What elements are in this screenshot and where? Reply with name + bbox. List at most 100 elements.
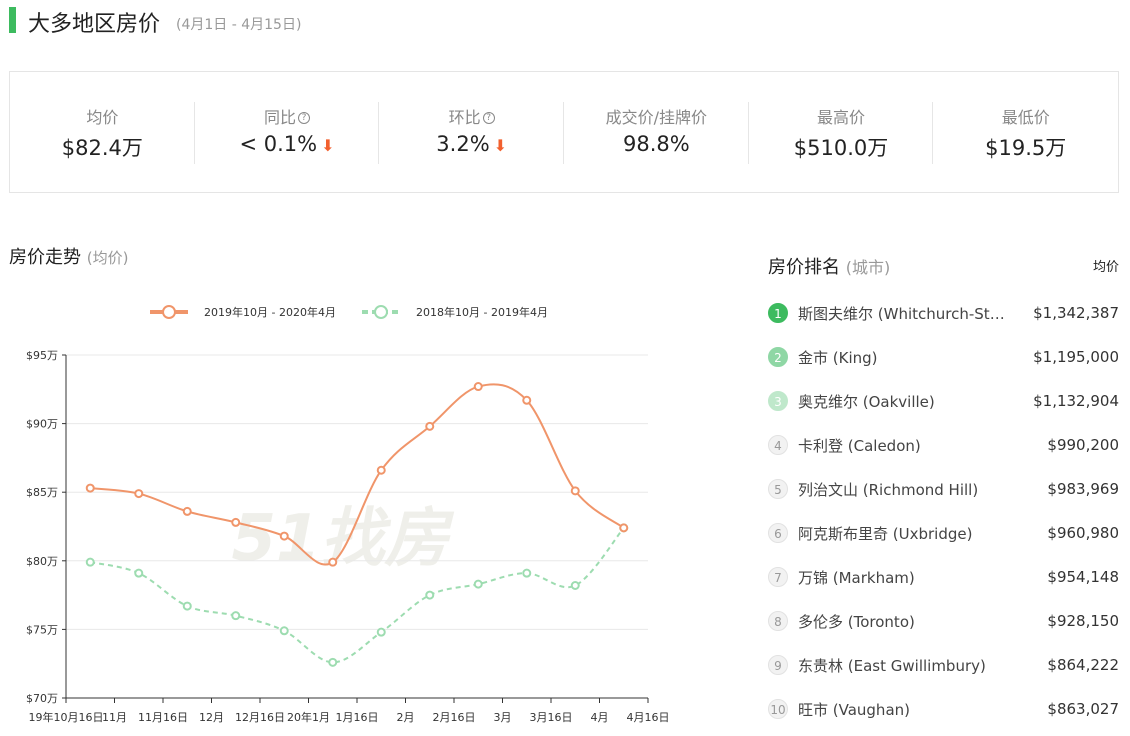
stat-item: 同比? < 0.1% ⬇ (195, 72, 380, 192)
data-point[interactable] (85, 557, 95, 567)
stat-label: 最高价 (749, 104, 934, 128)
data-point[interactable] (85, 483, 95, 493)
data-point[interactable] (134, 489, 144, 499)
city-price: $990,200 (1047, 436, 1119, 454)
stat-value-text: 3.2% (436, 132, 490, 156)
city-name[interactable]: 旺市 (Vaughan) (798, 699, 1023, 720)
data-point[interactable] (425, 590, 435, 600)
price-trend-chart[interactable]: 51找房 $70万 $75万 $80万 $85万 $90万 $95万 19年10月16日 11月… (0, 290, 680, 736)
stat-label: 环比? (379, 104, 564, 128)
ranking-row[interactable]: 8 多伦多 (Toronto) $928,150 (768, 599, 1119, 643)
data-point[interactable] (425, 421, 435, 431)
city-name[interactable]: 卡利登 (Caledon) (798, 435, 1023, 456)
chart-title: 房价走势 (均价) (9, 243, 128, 269)
ranking-title-text: 房价排名 (768, 257, 840, 278)
y-tick-label: $70万 (26, 692, 58, 705)
stat-item: 最低价 $19.5万 (933, 72, 1118, 192)
x-tick-label: 3月 (494, 711, 512, 724)
page-title: 大多地区房价 (28, 12, 161, 37)
rank-badge: 2 (768, 347, 788, 367)
watermark-text: 51找房 (231, 502, 454, 576)
stat-label-text: 环比 (448, 108, 481, 127)
stat-label: 均价 (10, 104, 195, 128)
stat-label: 最低价 (933, 104, 1118, 128)
stat-value: < 0.1% ⬇ (195, 132, 380, 156)
data-point[interactable] (376, 465, 386, 475)
city-name[interactable]: 列治文山 (Richmond Hill) (798, 479, 1023, 500)
x-tick-label: 3月16日 (530, 711, 573, 724)
data-point[interactable] (473, 579, 483, 589)
data-point[interactable] (279, 626, 289, 636)
stat-item: 成交价/挂牌价 98.8% (564, 72, 749, 192)
stat-label: 同比? (195, 104, 380, 128)
data-point[interactable] (619, 523, 629, 533)
data-point[interactable] (376, 627, 386, 637)
data-point[interactable] (570, 486, 580, 496)
x-tick-label: 12月16日 (235, 711, 285, 724)
x-tick-label: 1月16日 (336, 711, 379, 724)
data-point[interactable] (231, 611, 241, 621)
data-point[interactable] (328, 657, 338, 667)
chart-svg[interactable]: 51找房$70万$75万$80万$85万$90万$95万19年10月16日11月… (0, 290, 680, 736)
stat-value: 98.8% (564, 132, 749, 156)
ranking-column-header: 均价 (1092, 260, 1119, 275)
city-name[interactable]: 多伦多 (Toronto) (798, 611, 1023, 632)
city-name[interactable]: 金市 (King) (798, 347, 1009, 368)
ranking-row[interactable]: 6 阿克斯布里奇 (Uxbridge) $960,980 (768, 511, 1119, 555)
legend-marker[interactable] (162, 305, 176, 319)
city-name[interactable]: 奥克维尔 (Oakville) (798, 391, 1009, 412)
help-icon[interactable]: ? (298, 112, 311, 124)
city-name[interactable]: 阿克斯布里奇 (Uxbridge) (798, 523, 1023, 544)
stat-label-text: 成交价/挂牌价 (605, 108, 708, 127)
ranking-subtitle: (城市) (845, 258, 891, 277)
help-icon[interactable]: ? (482, 112, 495, 124)
chart-title-text: 房价走势 (9, 247, 81, 268)
data-point[interactable] (328, 557, 338, 567)
stat-value: $82.4万 (10, 132, 195, 162)
y-tick-label: $75万 (26, 623, 58, 636)
ranking-list: 1 斯图夫维尔 (Whitchurch-Sto... $1,342,387 2 金市 (… (768, 291, 1119, 731)
stat-label-text: 最高价 (817, 108, 866, 127)
city-name[interactable]: 斯图夫维尔 (Whitchurch-Sto... (798, 303, 1009, 324)
arrow-down-icon: ⬇ (493, 136, 508, 155)
x-tick-label: 12月 (199, 711, 224, 724)
data-point[interactable] (231, 517, 241, 527)
city-price: $1,342,387 (1033, 304, 1119, 322)
data-point[interactable] (570, 580, 580, 590)
city-price: $960,980 (1047, 524, 1119, 542)
page-header: 大多地区房价 (4月1日 - 4月15日) (0, 0, 1130, 44)
city-name[interactable]: 东贵林 (East Gwillimbury) (798, 655, 1023, 676)
x-tick-label: 4月16日 (627, 711, 670, 724)
data-point[interactable] (522, 395, 532, 405)
ranking-row[interactable]: 9 东贵林 (East Gwillimbury) $864,222 (768, 643, 1119, 687)
data-point[interactable] (182, 601, 192, 611)
ranking-row[interactable]: 1 斯图夫维尔 (Whitchurch-Sto... $1,342,387 (768, 291, 1119, 335)
legend-label[interactable]: 2018年10月 - 2019年4月 (416, 305, 548, 319)
rank-badge: 5 (768, 479, 788, 499)
stat-value-text: $510.0万 (793, 136, 889, 160)
legend-label[interactable]: 2019年10月 - 2020年4月 (204, 305, 336, 319)
legend-marker[interactable] (374, 305, 388, 319)
data-point[interactable] (279, 531, 289, 541)
stat-label-text: 最低价 (1001, 108, 1050, 127)
data-point[interactable] (522, 568, 532, 578)
data-point[interactable] (134, 568, 144, 578)
x-tick-label: 20年1月 (287, 710, 330, 724)
ranking-row[interactable]: 5 列治文山 (Richmond Hill) $983,969 (768, 467, 1119, 511)
city-price: $1,132,904 (1033, 392, 1119, 410)
data-point[interactable] (182, 506, 192, 516)
rank-badge: 3 (768, 391, 788, 411)
ranking-row[interactable]: 4 卡利登 (Caledon) $990,200 (768, 423, 1119, 467)
data-point[interactable] (473, 382, 483, 392)
ranking-row[interactable]: 2 金市 (King) $1,195,000 (768, 335, 1119, 379)
y-tick-label: $80万 (26, 555, 58, 568)
rank-badge: 4 (768, 435, 788, 455)
ranking-row[interactable]: 10 旺市 (Vaughan) $863,027 (768, 687, 1119, 731)
city-name[interactable]: 万锦 (Markham) (798, 567, 1023, 588)
ranking-row[interactable]: 3 奥克维尔 (Oakville) $1,132,904 (768, 379, 1119, 423)
ranking-row[interactable]: 7 万锦 (Markham) $954,148 (768, 555, 1119, 599)
rank-badge: 9 (768, 655, 788, 675)
x-tick-label: 4月 (591, 711, 609, 724)
stat-value: $510.0万 (749, 132, 934, 162)
arrow-down-icon: ⬇ (321, 136, 335, 155)
